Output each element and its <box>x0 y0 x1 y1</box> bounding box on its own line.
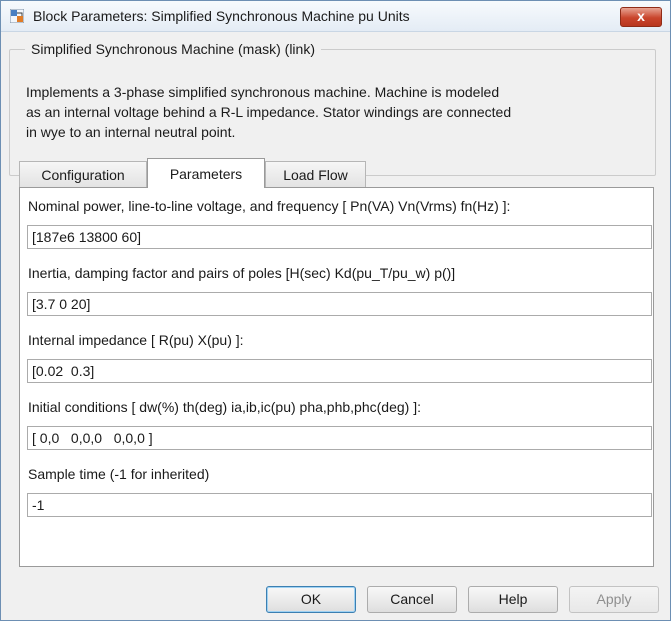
group-title: Simplified Synchronous Machine (mask) (l… <box>25 41 321 57</box>
dialog-content: Simplified Synchronous Machine (mask) (l… <box>1 32 670 620</box>
nominal-values-label: Nominal power, line-to-line voltage, and… <box>28 198 511 214</box>
description-line: Implements a 3-phase simplified synchron… <box>26 84 500 100</box>
mask-description: Implements a 3-phase simplified synchron… <box>26 82 656 142</box>
tab-parameters[interactable]: Parameters <box>147 158 265 188</box>
sample-time-label: Sample time (-1 for inherited) <box>28 466 210 482</box>
window-title: Block Parameters: Simplified Synchronous… <box>33 8 410 24</box>
initial-conditions-label: Initial conditions [ dw(%) th(deg) ia,ib… <box>28 399 421 415</box>
nominal-values-input[interactable] <box>27 225 652 249</box>
description-line: as an internal voltage behind a R-L impe… <box>26 104 512 120</box>
internal-impedance-input[interactable] <box>27 359 652 383</box>
sample-time-input[interactable] <box>27 493 652 517</box>
inertia-input[interactable] <box>27 292 652 316</box>
tab-configuration[interactable]: Configuration <box>19 161 147 187</box>
initial-conditions-input[interactable] <box>27 426 652 450</box>
simulink-block-icon <box>10 9 24 23</box>
description-line: in wye to an internal neutral point. <box>26 124 236 140</box>
help-button[interactable]: Help <box>468 586 558 613</box>
inertia-label: Inertia, damping factor and pairs of pol… <box>28 265 456 281</box>
internal-impedance-label: Internal impedance [ R(pu) X(pu) ]: <box>28 332 244 348</box>
parameters-panel: Nominal power, line-to-line voltage, and… <box>19 187 654 567</box>
title-bar[interactable]: Block Parameters: Simplified Synchronous… <box>1 1 670 32</box>
close-icon: x <box>637 8 645 24</box>
cancel-button[interactable]: Cancel <box>367 586 457 613</box>
ok-button[interactable]: OK <box>266 586 356 613</box>
block-parameters-dialog: Block Parameters: Simplified Synchronous… <box>0 0 671 621</box>
close-button[interactable]: x <box>620 7 662 27</box>
apply-button[interactable]: Apply <box>569 586 659 613</box>
tab-load-flow[interactable]: Load Flow <box>265 161 366 187</box>
